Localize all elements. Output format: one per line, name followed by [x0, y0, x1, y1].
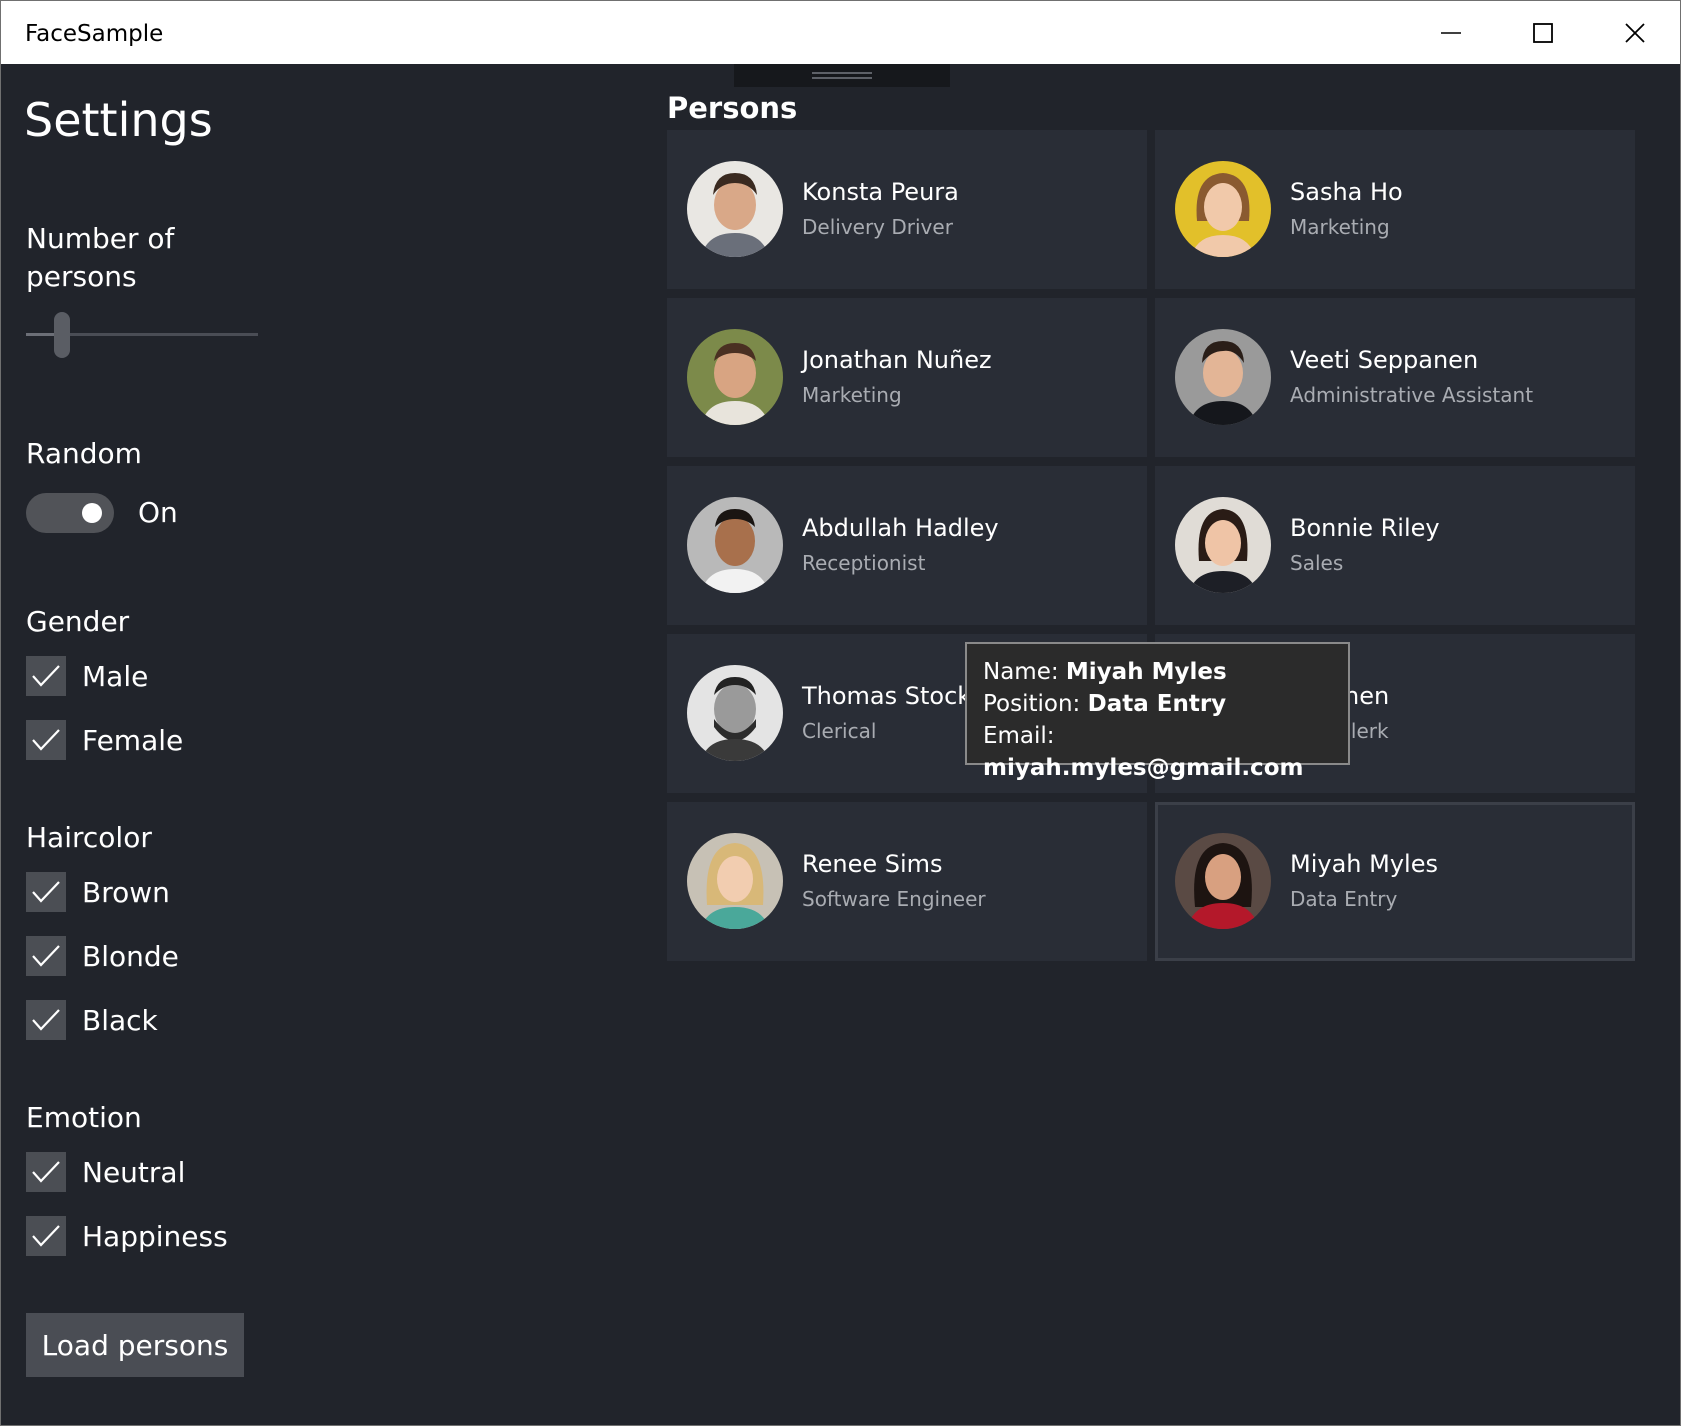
- avatar: [1175, 833, 1271, 929]
- tooltip-position-value: Data Entry: [1087, 691, 1227, 717]
- male-checkbox[interactable]: Male: [26, 656, 148, 696]
- random-label: Random: [26, 437, 142, 470]
- person-card[interactable]: Abdullah Hadley Receptionist: [667, 466, 1147, 625]
- person-role: Clerical: [802, 719, 877, 743]
- person-role: Receptionist: [802, 551, 926, 575]
- checkbox-box: [26, 1216, 66, 1256]
- grip-line: [812, 77, 872, 79]
- checkbox-label: Blonde: [82, 939, 179, 973]
- avatar: [1175, 497, 1271, 593]
- close-icon: [1625, 22, 1645, 43]
- person-card[interactable]: Konsta Peura Delivery Driver: [667, 130, 1147, 289]
- person-name: Veeti Seppanen: [1290, 346, 1479, 374]
- brown-checkbox[interactable]: Brown: [26, 872, 170, 912]
- checkbox-box: [26, 936, 66, 976]
- checkbox-box: [26, 1152, 66, 1192]
- slider-thumb[interactable]: [54, 312, 70, 358]
- avatar: [687, 497, 783, 593]
- tooltip-name-value: Miyah Myles: [1065, 659, 1227, 685]
- tooltip-email-label: Email:: [983, 723, 1055, 749]
- person-role: Marketing: [1290, 215, 1390, 239]
- tooltip-position-label: Position:: [983, 691, 1081, 717]
- checkbox-box: [26, 872, 66, 912]
- person-name: Jonathan Nuñez: [802, 346, 992, 374]
- gender-label: Gender: [26, 605, 130, 638]
- neutral-checkbox[interactable]: Neutral: [26, 1152, 185, 1192]
- checkmark-icon: [32, 665, 60, 687]
- app-window: FaceSample Settings Number of persons Ra…: [0, 0, 1681, 1426]
- person-role: Data Entry: [1290, 887, 1398, 911]
- checkmark-icon: [32, 729, 60, 751]
- person-name: Sasha Ho: [1290, 178, 1403, 206]
- person-card[interactable]: Jonathan Nuñez Marketing: [667, 298, 1147, 457]
- tooltip-email-value: miyah.myles@gmail.com: [983, 755, 1304, 781]
- person-card[interactable]: Bonnie Riley Sales: [1155, 466, 1635, 625]
- black-checkbox[interactable]: Black: [26, 1000, 158, 1040]
- checkmark-icon: [32, 1009, 60, 1031]
- pane-splitter-grip[interactable]: [734, 64, 950, 87]
- persons-title: Persons: [667, 91, 798, 125]
- person-card[interactable]: Veeti Seppanen Administrative Assistant: [1155, 298, 1635, 457]
- person-name: Renee Sims: [802, 850, 943, 878]
- avatar: [687, 665, 783, 761]
- person-name: Thomas Stock: [802, 682, 972, 710]
- avatar: [1175, 329, 1271, 425]
- person-name: Konsta Peura: [802, 178, 959, 206]
- checkbox-label: Black: [82, 1003, 158, 1037]
- checkbox-label: Neutral: [82, 1155, 186, 1189]
- checkbox-box: [26, 1000, 66, 1040]
- title-bar: FaceSample: [1, 1, 1680, 64]
- random-toggle-state: On: [138, 496, 178, 529]
- settings-title: Settings: [24, 93, 213, 147]
- maximize-icon: [1533, 22, 1553, 43]
- checkbox-label: Happiness: [82, 1219, 228, 1253]
- number-of-persons-slider[interactable]: [26, 310, 258, 360]
- person-role: Marketing: [802, 383, 902, 407]
- person-tooltip: Name: Miyah Myles Position: Data Entry E…: [965, 642, 1350, 781]
- load-persons-button[interactable]: Load persons: [26, 1313, 244, 1377]
- avatar: [687, 329, 783, 425]
- minimize-button[interactable]: [1405, 1, 1497, 64]
- tooltip-name-label: Name:: [983, 659, 1059, 685]
- avatar: [687, 161, 783, 257]
- person-role: Sales: [1290, 551, 1344, 575]
- checkmark-icon: [32, 881, 60, 903]
- haircolor-label: Haircolor: [26, 821, 152, 854]
- checkmark-icon: [32, 1225, 60, 1247]
- tooltip-email-line: Email: miyah.myles@gmail.com: [983, 720, 1332, 784]
- toggle-knob: [82, 503, 102, 523]
- person-card[interactable]: Sasha Ho Marketing: [1155, 130, 1635, 289]
- grip-line: [812, 72, 872, 74]
- checkbox-label: Male: [82, 659, 149, 693]
- number-of-persons-label: Number of persons: [26, 222, 175, 293]
- random-toggle[interactable]: [26, 493, 114, 533]
- minimize-icon: [1441, 31, 1461, 34]
- person-card[interactable]: Renee Sims Software Engineer: [667, 802, 1147, 961]
- person-name: Bonnie Riley: [1290, 514, 1440, 542]
- person-name: Abdullah Hadley: [802, 514, 999, 542]
- checkbox-box: [26, 656, 66, 696]
- blonde-checkbox[interactable]: Blonde: [26, 936, 179, 976]
- person-card-selected[interactable]: Miyah Myles Data Entry: [1155, 802, 1635, 961]
- checkbox-label: Brown: [82, 875, 170, 909]
- person-role: Administrative Assistant: [1290, 383, 1534, 407]
- tooltip-position-line: Position: Data Entry: [983, 688, 1332, 720]
- female-checkbox[interactable]: Female: [26, 720, 183, 760]
- person-name: Miyah Myles: [1290, 850, 1438, 878]
- emotion-label: Emotion: [26, 1101, 142, 1134]
- tooltip-name-line: Name: Miyah Myles: [983, 656, 1332, 688]
- person-role: Software Engineer: [802, 887, 986, 911]
- avatar: [1175, 161, 1271, 257]
- happiness-checkbox[interactable]: Happiness: [26, 1216, 228, 1256]
- person-role: Delivery Driver: [802, 215, 953, 239]
- close-button[interactable]: [1589, 1, 1680, 64]
- checkmark-icon: [32, 945, 60, 967]
- checkbox-label: Female: [82, 723, 184, 757]
- checkmark-icon: [32, 1161, 60, 1183]
- checkbox-box: [26, 720, 66, 760]
- avatar: [687, 833, 783, 929]
- maximize-button[interactable]: [1497, 1, 1589, 64]
- window-title: FaceSample: [25, 21, 164, 47]
